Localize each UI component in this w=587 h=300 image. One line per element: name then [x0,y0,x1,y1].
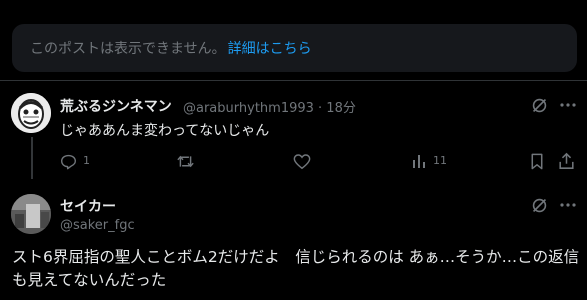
grok-icon[interactable] [530,96,548,114]
post-text: スト6界屈指の聖人ことボム2だけだよ 信じられるのは あぁ…そうか…この返信も見… [12,248,580,289]
display-name[interactable]: 荒ぶるジンネマン [60,96,172,116]
divider [0,80,587,81]
reply-text: じゃああんま変わってないじゃん [60,123,270,139]
learn-more-link[interactable]: 詳細はこちら [228,38,312,58]
more-options-icon[interactable] [559,196,577,214]
more-options-icon[interactable] [559,96,577,114]
view-count: 11 [433,154,447,167]
bookmark-icon[interactable] [529,152,545,170]
display-name[interactable]: セイカー [60,196,116,216]
avatar[interactable] [11,194,51,234]
notice-text: このポストは表示できません。 [30,41,226,57]
analytics-icon[interactable] [411,152,427,170]
repost-icon[interactable] [175,152,195,170]
reply-icon[interactable] [59,152,77,170]
avatar-image [11,93,51,133]
handle[interactable]: @saker_fgc [60,218,135,233]
share-icon[interactable] [557,151,575,170]
reply-count: 1 [83,154,90,167]
handle-and-time[interactable]: @araburhythm1993 · 18分 [183,97,356,116]
avatar-image [11,194,51,234]
grok-icon[interactable] [530,196,548,214]
avatar[interactable] [11,93,51,133]
thread-line [31,137,33,179]
unavailable-post-notice: このポストは表示できません。 詳細はこちら [12,24,577,72]
like-icon[interactable] [293,152,311,170]
